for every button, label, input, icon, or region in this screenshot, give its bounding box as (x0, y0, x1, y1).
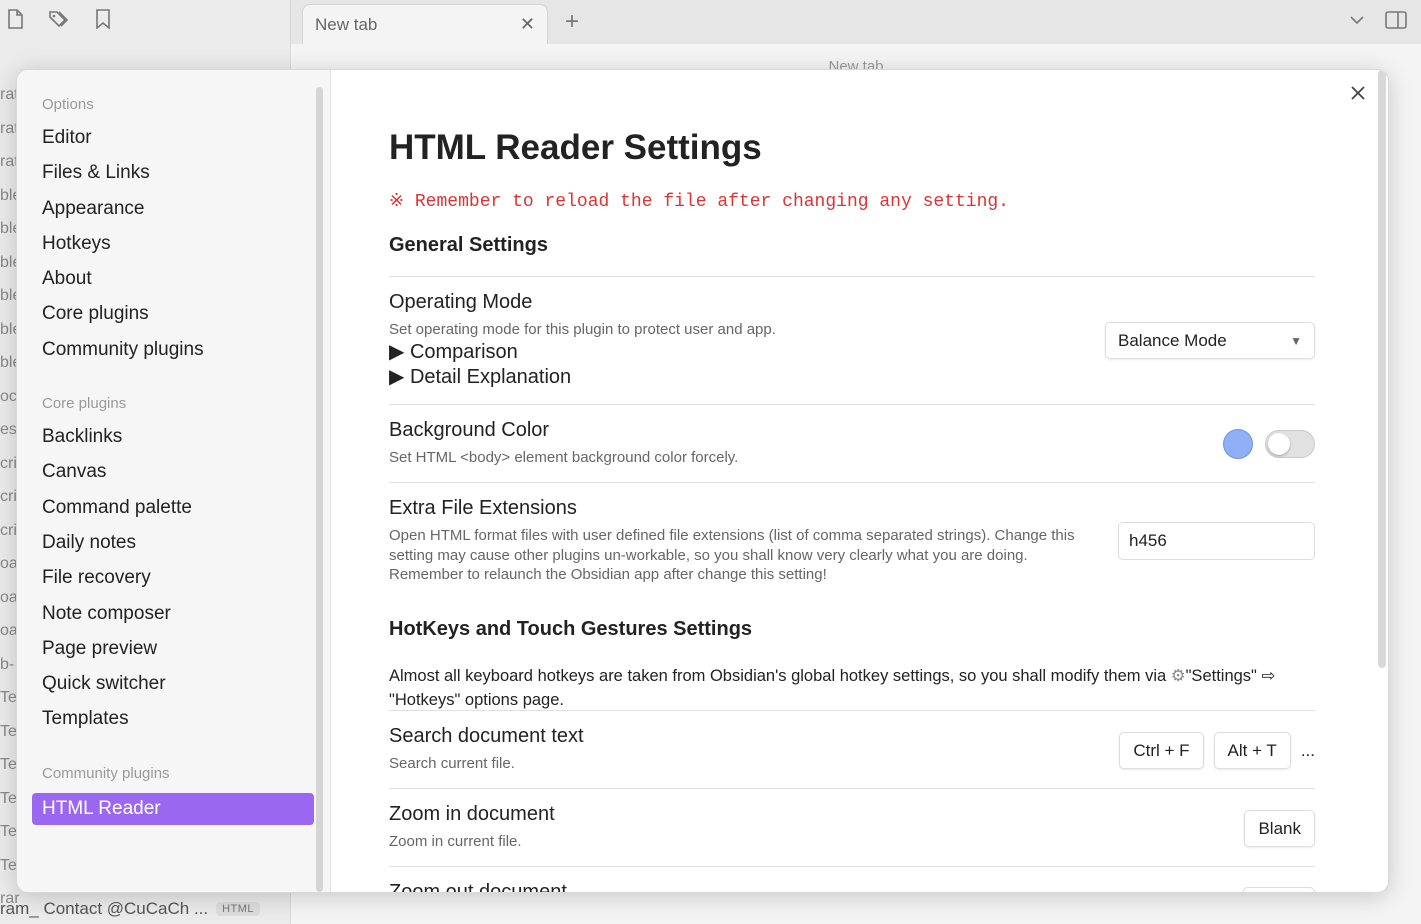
setting-name: Background Color (389, 419, 550, 441)
setting-search-hotkey: Search document text Search current file… (389, 710, 1315, 788)
background-color-controls (1223, 429, 1315, 459)
color-picker[interactable] (1223, 429, 1253, 459)
sidebar-item-command-palette[interactable]: Command palette (17, 490, 330, 525)
page-title: HTML Reader Settings (389, 128, 762, 167)
dropdown-value: Balance Mode (1118, 330, 1227, 350)
new-tab-button[interactable]: + (565, 8, 579, 36)
content-scrollbar[interactable] (1378, 70, 1386, 668)
sidebar-item-daily-notes[interactable]: Daily notes (17, 525, 330, 560)
hotkey-button[interactable]: Ctrl + F (1119, 732, 1204, 769)
left-ribbon-top (0, 8, 114, 34)
file-name: ram_ Contact @CuCaCh ... (0, 899, 209, 918)
setting-desc: Zoom in current file. (389, 833, 522, 850)
reload-warning: ※ Remember to reload the file after chan… (389, 192, 1009, 212)
sidebar-item-quick-switcher[interactable]: Quick switcher (17, 666, 330, 701)
tags-icon[interactable] (48, 8, 70, 30)
hotkey-button[interactable]: Alt + T (1213, 732, 1291, 769)
setting-background-color: Background Color Set HTML <body> element… (389, 404, 1315, 482)
sidebar-item-html-reader[interactable]: HTML Reader (32, 792, 314, 825)
background-color-toggle[interactable] (1265, 430, 1315, 458)
setting-extra-extensions: Extra File Extensions Open HTML format f… (389, 482, 1315, 594)
zoom-out-hotkeys (1243, 887, 1315, 892)
sidebar-section-community-plugins: Community plugins (42, 764, 170, 782)
triangle-right-icon: ▶ (389, 365, 410, 388)
setting-zoom-out-hotkey: Zoom out document (389, 866, 1315, 893)
sidebar-item-about[interactable]: About (17, 261, 330, 296)
sidebar-item-core-plugins[interactable]: Core plugins (17, 296, 330, 331)
extensions-input-value[interactable]: h456 (1118, 522, 1315, 560)
sidebar-item-files-links[interactable]: Files & Links (17, 155, 330, 190)
extensions-input[interactable]: h456 (1118, 522, 1315, 560)
sidebar-item-templates[interactable]: Templates (17, 701, 330, 736)
sidebar-section-options: Options (42, 96, 94, 113)
setting-operating-mode: Operating Mode Set operating mode for th… (389, 276, 1315, 404)
close-tab-icon[interactable]: ✕ (520, 14, 535, 35)
options-list: Editor Files & Links Appearance Hotkeys Abou… (17, 120, 330, 367)
community-plugins-list: HTML Reader (17, 792, 330, 825)
sidebar-item-file-recovery[interactable]: File recovery (17, 560, 330, 595)
sidebar-item-canvas[interactable]: Canvas (17, 454, 330, 489)
bookmark-icon[interactable] (92, 8, 114, 30)
sidebar-item-page-preview[interactable]: Page preview (17, 631, 330, 666)
setting-name: Operating Mode (389, 291, 533, 313)
general-settings-heading: General Settings (389, 234, 548, 256)
file-type-badge: HTML (216, 902, 261, 916)
hotkeys-heading: HotKeys and Touch Gestures Settings (389, 618, 753, 640)
setting-name: Zoom in document (389, 803, 555, 825)
operating-mode-dropdown[interactable]: Balance Mode ▼ (1105, 322, 1315, 359)
tab-bar-actions (1349, 10, 1407, 35)
setting-name: Zoom out document (389, 881, 567, 893)
search-hotkeys: Ctrl + F Alt + T ... (1119, 732, 1315, 769)
caret-down-icon: ▼ (1290, 333, 1302, 348)
core-plugins-list: Backlinks Canvas Command palette Daily note… (17, 419, 330, 737)
settings-content: HTML Reader Settings ※ Remember to reloa… (331, 70, 1388, 892)
setting-name: Extra File Extensions (389, 497, 577, 519)
sidebar-item-hotkeys[interactable]: Hotkeys (17, 226, 330, 261)
hotkey-button[interactable] (1243, 887, 1315, 892)
hotkeys-note: Almost all keyboard hotkeys are taken fr… (389, 667, 1276, 709)
tab-new-tab[interactable]: New tab ✕ (302, 4, 548, 44)
close-icon[interactable] (1350, 80, 1366, 108)
chevron-down-icon[interactable] (1349, 10, 1365, 35)
setting-desc: Open HTML format files with user defined… (389, 527, 1075, 583)
file-list-item[interactable]: ram_ Contact @CuCaCh ... HTML (0, 899, 261, 919)
settings-modal: Options Editor Files & Links Appearance Hot… (16, 69, 1389, 893)
sidebar-scrollbar[interactable] (316, 87, 323, 892)
sidebar-item-editor[interactable]: Editor (17, 120, 330, 155)
sidebar-item-note-composer[interactable]: Note composer (17, 596, 330, 631)
gear-icon: ⚙ (1170, 667, 1186, 685)
settings-sidebar: Options Editor Files & Links Appearance Hot… (17, 70, 331, 892)
setting-zoom-in-hotkey: Zoom in document Zoom in current file. B… (389, 788, 1315, 866)
hotkey-button[interactable]: Blank (1244, 810, 1315, 847)
sidebar-toggle-icon[interactable] (1385, 10, 1407, 35)
details-explanation[interactable]: ▶ Detail Explanation (389, 365, 1315, 390)
triangle-right-icon: ▶ (389, 340, 410, 363)
sidebar-item-backlinks[interactable]: Backlinks (17, 419, 330, 454)
setting-desc: Set HTML <body> element background color… (389, 449, 739, 466)
sidebar-section-core-plugins: Core plugins (42, 395, 127, 413)
tab-label: New tab (315, 14, 378, 34)
new-file-icon[interactable] (4, 8, 26, 30)
sidebar-item-community-plugins[interactable]: Community plugins (17, 332, 330, 367)
more-hotkeys-button[interactable]: ... (1301, 741, 1315, 761)
sidebar-item-appearance[interactable]: Appearance (17, 191, 330, 226)
zoom-in-hotkeys: Blank (1244, 810, 1315, 847)
